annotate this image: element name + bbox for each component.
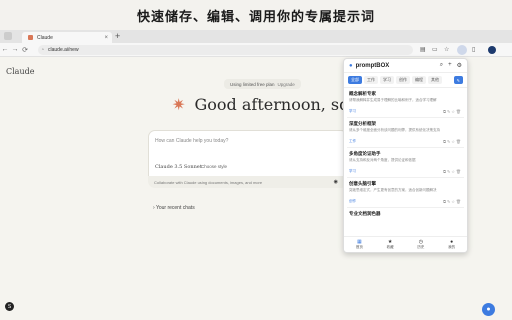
prompt-title: 深度分析框架 <box>349 121 376 126</box>
recent-chats-label: Your recent chats <box>155 205 195 211</box>
prompt-desc: 请帮我解释并生成易于理解的比喻和例子，适合学习理解 <box>349 98 437 102</box>
translate-icon[interactable]: ▤ <box>420 47 426 53</box>
nav-history-label: 历史 <box>417 245 425 249</box>
close-tab-icon[interactable]: × <box>104 35 108 41</box>
prompt-desc: 请从多个维度全面分析该问题的利弊，提供系统化决策支持 <box>349 128 440 132</box>
prompt-title: 多角度论证助手 <box>349 151 381 156</box>
popup-title: promptBOX <box>355 62 390 69</box>
browser-tab-claude[interactable]: Claude × <box>22 32 112 43</box>
edit-categories-icon[interactable]: ✎ <box>453 76 463 84</box>
claude-star-icon: ✷ <box>172 95 186 114</box>
composer-placeholder: How can Claude help you today? <box>155 138 229 144</box>
claude-favicon-icon <box>28 35 33 40</box>
prompt-actions[interactable]: ⧉✎☆🗑 <box>443 169 462 174</box>
popup-footer-nav: ▦ 首页 ★ 收藏 ◷ 历史 ● 我的 <box>344 236 467 252</box>
forward-icon[interactable]: → <box>10 46 20 53</box>
nav-home-label: 首页 <box>355 245 363 249</box>
collab-text: Collaborate with Claude using documents,… <box>154 179 263 185</box>
prompt-card[interactable]: 创意头脑引擎 突破思维定式，产生更有创意的方案，适合创新问题解决 创作 ⧉✎☆🗑 <box>347 178 464 208</box>
prompt-tag[interactable]: 创作 <box>349 199 356 204</box>
category-tab-other[interactable]: 其他 <box>428 76 442 84</box>
gear-icon[interactable]: ⚙ <box>457 62 462 69</box>
prompt-card[interactable]: 深度分析框架 请从多个维度全面分析该问题的利弊，提供系统化决策支持 工作 ⧉✎☆… <box>347 118 464 148</box>
nav-profile[interactable]: ● 我的 <box>436 237 467 252</box>
nav-history[interactable]: ◷ 历史 <box>406 237 437 252</box>
url-input[interactable]: ◔ claude.ai/new <box>38 45 413 55</box>
category-tabs: 全部 工作 学习 创作 编程 其他 ✎ <box>344 73 467 88</box>
nav-home[interactable]: ▦ 首页 <box>344 237 375 252</box>
prompt-actions[interactable]: ⧉✎☆🗑 <box>443 199 462 204</box>
pin-icon: ● <box>349 62 353 69</box>
banner-headline: 快速储存、编辑、调用你的专属提示词 <box>0 0 512 30</box>
nav-favorites-label: 收藏 <box>386 245 394 249</box>
prompt-list: 概念解析专家 请帮我解释并生成易于理解的比喻和例子，适合学习理解 学习 ⧉✎☆🗑… <box>344 88 467 234</box>
prompt-actions[interactable]: ⧉✎☆🗑 <box>443 109 462 114</box>
url-text: claude.ai/new <box>48 47 79 53</box>
category-tab-all[interactable]: 全部 <box>348 76 362 84</box>
github-icon[interactable]: ◉ <box>334 179 338 185</box>
popup-header: ● promptBOX ⌕ + ⚙ <box>344 59 467 73</box>
reload-icon[interactable]: ⟳ <box>20 46 30 54</box>
new-tab-button[interactable]: + <box>115 31 120 41</box>
site-info-icon[interactable]: ◔ <box>41 47 44 53</box>
back-icon[interactable]: ← <box>0 46 10 53</box>
browser-tab-bar: Claude × + <box>0 30 512 43</box>
claude-logo[interactable]: Claude <box>6 67 34 76</box>
user-avatar[interactable]: S <box>5 302 14 311</box>
prompt-title: 创意头脑引擎 <box>349 181 376 186</box>
cast-icon[interactable]: ▭ <box>432 47 438 53</box>
prompt-tag[interactable]: 学习 <box>349 169 356 174</box>
category-tab-work[interactable]: 工作 <box>364 76 378 84</box>
profile-avatar[interactable] <box>488 46 496 54</box>
nav-favorites[interactable]: ★ 收藏 <box>375 237 406 252</box>
prompt-desc: 突破思维定式，产生更有创意的方案，适合创新问题解决 <box>349 188 437 192</box>
bookmark-icon[interactable]: ☆ <box>444 47 450 53</box>
promptbox-fab-icon[interactable]: ● <box>482 303 495 316</box>
tab-list-icon[interactable] <box>4 32 12 40</box>
promptbox-extension-icon[interactable] <box>457 45 467 55</box>
prompt-actions[interactable]: ⧉✎☆🗑 <box>443 139 462 144</box>
model-selector[interactable]: Claude 3.5 Sonnet <box>155 164 202 170</box>
plan-text: Using limited free plan <box>230 81 275 87</box>
plan-badge: Using limited free plan Upgrade <box>224 79 301 89</box>
prompt-tag[interactable]: 学习 <box>349 109 356 114</box>
promptbox-popup: ● promptBOX ⌕ + ⚙ 全部 工作 学习 创作 编程 其他 ✎ 概念… <box>343 58 468 253</box>
recent-chats-toggle[interactable]: › Your recent chats <box>153 205 195 211</box>
category-tab-code[interactable]: 编程 <box>412 76 426 84</box>
prompt-card[interactable]: 多角度论证助手 请从支持和反对两个角度，提供论证和依据 学习 ⧉✎☆🗑 <box>347 148 464 178</box>
nav-profile-label: 我的 <box>448 245 456 249</box>
style-selector[interactable]: Choose style <box>201 164 227 169</box>
prompt-title: 专业文档润色器 <box>349 211 381 216</box>
extensions-icon[interactable]: ▯ <box>472 47 478 53</box>
tab-title: Claude <box>37 34 53 41</box>
add-icon[interactable]: + <box>448 62 452 69</box>
prompt-tag[interactable]: 工作 <box>349 139 356 144</box>
prompt-card[interactable]: 概念解析专家 请帮我解释并生成易于理解的比喻和例子，适合学习理解 学习 ⧉✎☆🗑 <box>347 88 464 118</box>
category-tab-study[interactable]: 学习 <box>380 76 394 84</box>
collab-bar: Collaborate with Claude using documents,… <box>148 176 348 188</box>
prompt-card[interactable]: 专业文档润色器 <box>347 208 464 234</box>
upgrade-link[interactable]: Upgrade <box>278 82 295 87</box>
prompt-title: 概念解析专家 <box>349 91 376 96</box>
address-bar: ← → ⟳ ◔ claude.ai/new ▤ ▭ ☆ ▯ <box>0 43 512 57</box>
category-tab-create[interactable]: 创作 <box>396 76 410 84</box>
search-icon[interactable]: ⌕ <box>440 62 443 69</box>
prompt-desc: 请从支持和反对两个角度，提供论证和依据 <box>349 158 416 162</box>
